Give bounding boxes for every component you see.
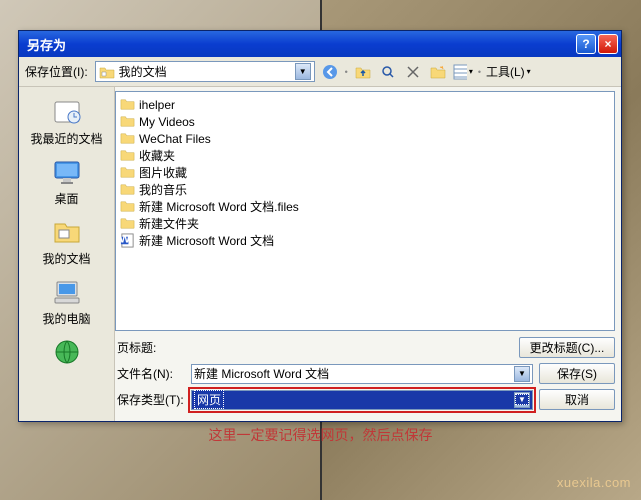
chevron-down-icon[interactable]: ▼ xyxy=(514,366,530,382)
list-item[interactable]: My Videos xyxy=(120,113,610,130)
filename-input[interactable]: 新建 Microsoft Word 文档 ▼ xyxy=(191,364,533,384)
toolbar: 保存位置(I): 我的文档 ▼ • ▾ • 工具(L)▾ xyxy=(19,57,621,87)
list-item[interactable]: 新建 Microsoft Word 文档.files xyxy=(120,198,610,215)
chevron-down-icon[interactable]: ▼ xyxy=(514,392,530,408)
list-item[interactable]: W新建 Microsoft Word 文档 xyxy=(120,232,610,249)
file-list[interactable]: ihelper My Videos WeChat Files 收藏夹 图片收藏 … xyxy=(115,91,615,331)
chevron-down-icon[interactable]: ▼ xyxy=(295,63,311,80)
separator: • xyxy=(345,67,348,77)
delete-button[interactable] xyxy=(403,62,423,82)
page-title-value xyxy=(191,338,513,358)
list-item[interactable]: 图片收藏 xyxy=(120,164,610,181)
filetype-dropdown[interactable]: 网页 ▼ xyxy=(191,390,533,410)
place-my-documents[interactable]: 我的文档 xyxy=(19,213,114,273)
folder-icon xyxy=(99,64,115,80)
up-one-level-button[interactable] xyxy=(353,62,373,82)
list-item[interactable]: 新建文件夹 xyxy=(120,215,610,232)
save-in-label: 保存位置(I): xyxy=(25,63,88,80)
views-button[interactable]: ▾ xyxy=(453,62,473,82)
bottom-panel: 页标题: 更改标题(C)... 文件名(N): 新建 Microsoft Wor… xyxy=(115,331,621,421)
word-icon: W xyxy=(120,233,135,248)
page-title-label: 页标题: xyxy=(115,339,185,356)
save-as-dialog: 另存为 ? × 保存位置(I): 我的文档 ▼ • ▾ • 工具(L)▾ 我最近… xyxy=(18,30,622,422)
close-button[interactable]: × xyxy=(598,34,618,54)
svg-text:W: W xyxy=(120,233,130,245)
list-item[interactable]: ihelper xyxy=(120,96,610,113)
change-title-button[interactable]: 更改标题(C)... xyxy=(519,337,615,358)
places-bar: 我最近的文档 桌面 我的文档 我的电脑 xyxy=(19,87,115,421)
list-item[interactable]: 我的音乐 xyxy=(120,181,610,198)
watermark: xuexila.com xyxy=(557,475,631,490)
place-desktop[interactable]: 桌面 xyxy=(19,153,114,213)
dialog-title: 另存为 xyxy=(27,35,574,54)
annotation-caption: 这里一定要记得选网页，然后点保存 xyxy=(0,425,641,445)
save-in-value: 我的文档 xyxy=(119,63,167,80)
place-my-computer[interactable]: 我的电脑 xyxy=(19,273,114,333)
new-folder-button[interactable] xyxy=(428,62,448,82)
separator: • xyxy=(478,67,481,77)
help-button[interactable]: ? xyxy=(576,34,596,54)
list-item[interactable]: 收藏夹 xyxy=(120,147,610,164)
place-recent[interactable]: 我最近的文档 xyxy=(19,93,114,153)
tools-menu[interactable]: 工具(L)▾ xyxy=(486,63,531,80)
save-button[interactable]: 保存(S) xyxy=(539,363,615,384)
filetype-label: 保存类型(T): xyxy=(115,391,185,408)
filename-label: 文件名(N): xyxy=(115,365,185,382)
place-network[interactable] xyxy=(19,333,114,376)
search-icon[interactable] xyxy=(378,62,398,82)
save-in-dropdown[interactable]: 我的文档 ▼ xyxy=(95,61,315,82)
cancel-button[interactable]: 取消 xyxy=(539,389,615,410)
list-item[interactable]: WeChat Files xyxy=(120,130,610,147)
title-bar[interactable]: 另存为 ? × xyxy=(19,31,621,57)
back-button[interactable] xyxy=(320,62,340,82)
